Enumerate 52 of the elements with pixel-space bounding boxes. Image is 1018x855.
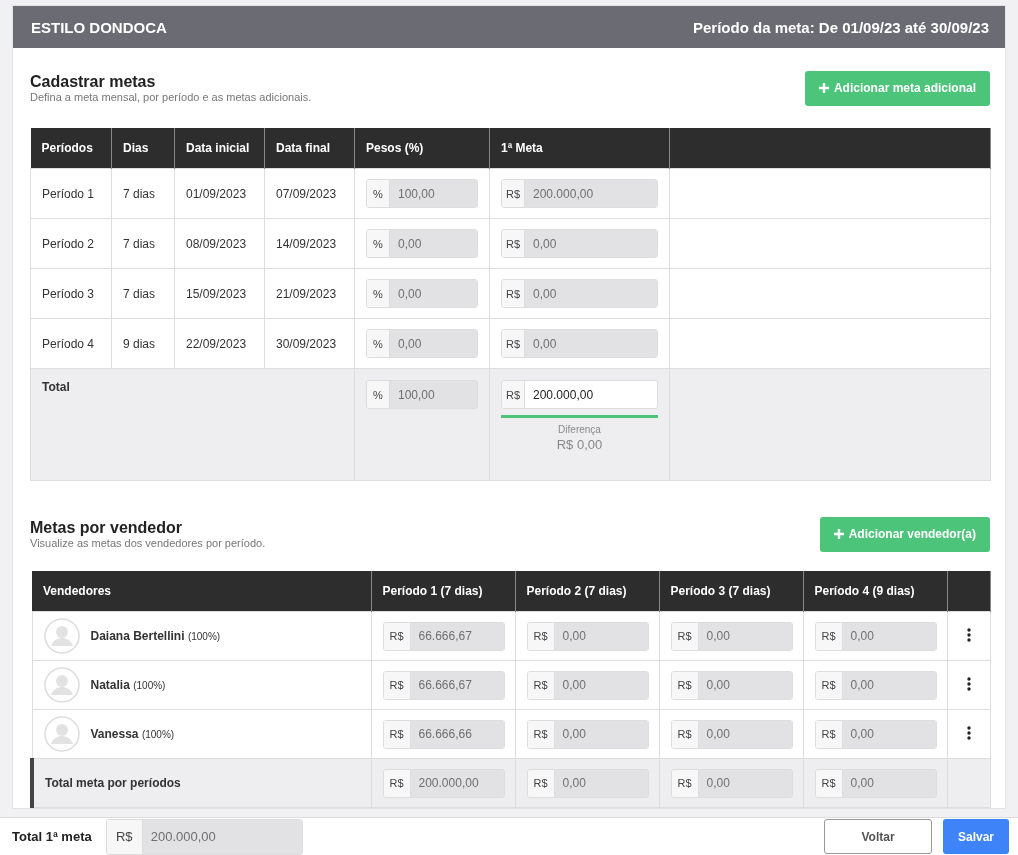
- back-button[interactable]: Voltar: [824, 819, 932, 854]
- column-header: Período 2 (7 dias): [515, 571, 659, 612]
- table-cell: 7 dias: [111, 168, 175, 219]
- column-header: Data final: [264, 128, 355, 169]
- table-cell: 14/09/2023: [264, 218, 355, 269]
- save-button[interactable]: Salvar: [943, 819, 1009, 854]
- table-cell: 01/09/2023: [174, 168, 265, 219]
- difference-label: Diferença: [557, 424, 602, 435]
- table-cell: Período 4: [30, 318, 112, 369]
- plus-icon: [833, 529, 844, 539]
- table-cell: 22/09/2023: [174, 318, 265, 369]
- more-options-icon[interactable]: [966, 627, 971, 642]
- table-cell: 7 dias: [111, 218, 175, 269]
- table-cell: 9 dias: [111, 318, 175, 369]
- avatar-icon: [43, 618, 80, 654]
- column-header: Vendedores: [32, 571, 371, 612]
- section-subtitle: Defina a meta mensal, por período e as metas adicionais.: [30, 91, 312, 103]
- total-label: Total meta por períodos: [45, 776, 181, 790]
- table-cell: 08/09/2023: [174, 218, 265, 269]
- table-cell: Período 2: [30, 218, 112, 269]
- avatar-icon: [43, 667, 80, 703]
- more-options-icon[interactable]: [966, 676, 971, 691]
- column-header: Data inicial: [174, 128, 265, 169]
- table-cell: 07/09/2023: [264, 168, 355, 219]
- avatar-icon: [43, 716, 80, 752]
- column-header: Pesos (%): [354, 128, 490, 169]
- table-cell: 21/09/2023: [264, 268, 355, 319]
- column-header: Dias: [111, 128, 175, 169]
- total-label: Total: [42, 380, 70, 394]
- table-cell: Período 1: [30, 168, 112, 219]
- seller-name: Natalia (100%): [90, 678, 166, 692]
- column-header: Períodos: [30, 128, 112, 169]
- table-cell: 30/09/2023: [264, 318, 355, 369]
- difference-value: R$ 0,00: [555, 437, 604, 452]
- store-name: ESTILO DONDOCA: [31, 18, 167, 36]
- column-header: Período 3 (7 dias): [659, 571, 803, 612]
- table-cell: 15/09/2023: [174, 268, 265, 319]
- seller-name: Vanessa (100%): [90, 727, 175, 741]
- more-options-icon[interactable]: [966, 725, 971, 740]
- table-cell: 7 dias: [111, 268, 175, 319]
- section-title: Metas por vendedor: [30, 519, 184, 537]
- goal-period: Período da meta: De 01/09/23 até 30/09/23: [693, 18, 989, 36]
- column-header: 1ª Meta: [489, 128, 670, 169]
- section-title: Cadastrar metas: [30, 73, 157, 91]
- total-label: Total 1ª meta: [12, 829, 92, 844]
- table-cell: Período 3: [30, 268, 112, 319]
- plus-icon: [818, 83, 829, 93]
- section-subtitle: Visualize as metas dos vendedores por período.: [30, 537, 266, 549]
- currency-field[interactable]: R$ 200.000,00: [501, 380, 658, 409]
- seller-name: Daiana Bertellini (100%): [90, 629, 221, 643]
- column-header: Período 1 (7 dias): [371, 571, 515, 612]
- column-header: Período 4 (9 dias): [803, 571, 947, 612]
